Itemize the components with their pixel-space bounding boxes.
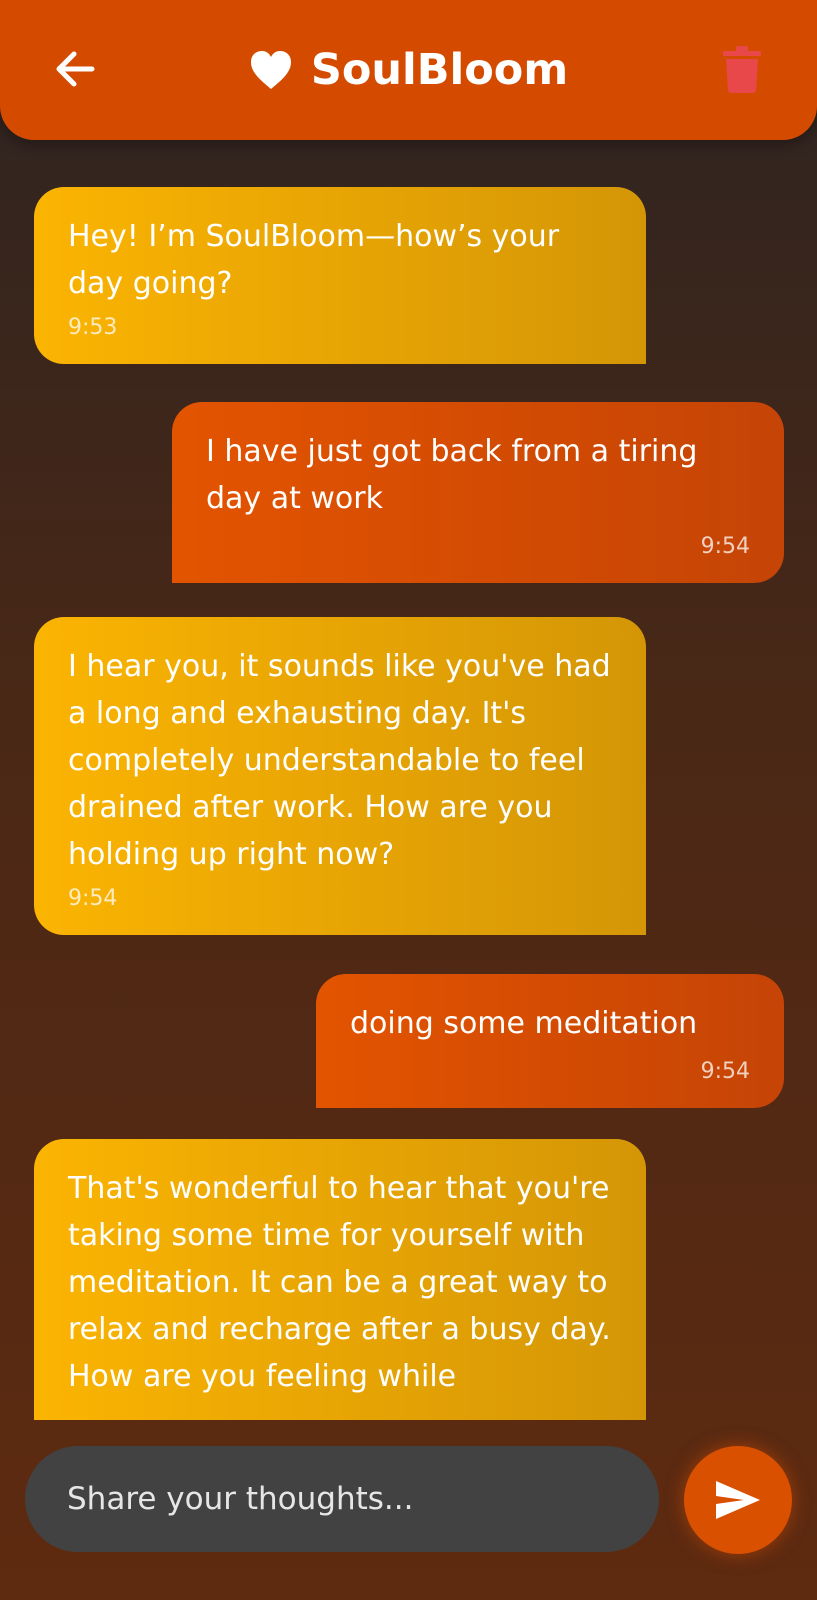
user-message: I have just got back from a tiring day a… — [172, 402, 784, 583]
send-button[interactable] — [684, 1446, 792, 1554]
chat-messages[interactable]: Hey! I’m SoulBloom—how’s your day going?… — [0, 140, 817, 1420]
message-text: I hear you, it sounds like you've had a … — [68, 649, 611, 872]
delete-chat-button[interactable] — [722, 46, 762, 94]
bot-message: That's wonderful to hear that you're tak… — [34, 1139, 646, 1420]
app-title: SoulBloom — [310, 45, 569, 95]
message-text: That's wonderful to hear that you're tak… — [68, 1171, 611, 1394]
bot-message: Hey! I’m SoulBloom—how’s your day going?… — [34, 187, 646, 364]
message-input[interactable] — [25, 1446, 659, 1552]
trash-icon — [723, 46, 761, 93]
message-time: 9:54 — [68, 886, 118, 911]
message-time: 9:53 — [68, 315, 118, 340]
user-message: doing some meditation 9:54 — [316, 974, 784, 1108]
header-title-group: SoulBloom — [0, 40, 817, 100]
app-header: SoulBloom — [0, 0, 817, 140]
composer-bar — [0, 1420, 817, 1600]
message-text: I have just got back from a tiring day a… — [206, 434, 698, 516]
message-time: 9:54 — [700, 1059, 750, 1084]
message-text: Hey! I’m SoulBloom—how’s your day going? — [68, 219, 560, 301]
send-icon — [716, 1481, 760, 1519]
heart-icon — [250, 51, 291, 89]
message-time: 9:54 — [700, 534, 750, 559]
bot-message: I hear you, it sounds like you've had a … — [34, 617, 646, 935]
message-text: doing some meditation — [350, 1006, 698, 1041]
